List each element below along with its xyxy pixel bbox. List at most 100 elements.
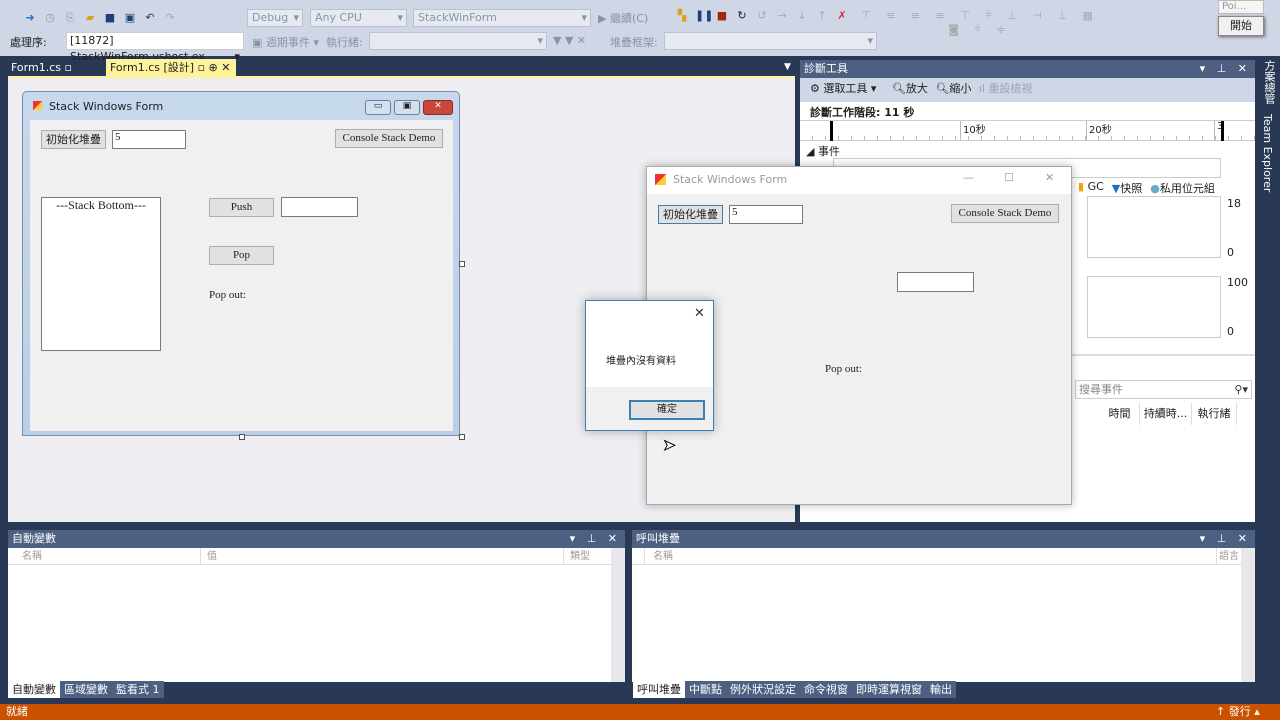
column-header-type[interactable]: 類型 [563,548,590,565]
init-value-input[interactable]: 5 [729,205,803,224]
tab-form1-designer[interactable]: Form1.cs [設計] ▫ ⊕ ✕ [106,59,236,77]
redo-icon[interactable]: ↷ [163,11,177,25]
step-into-icon[interactable]: → [775,9,789,23]
minimize-button[interactable]: ▭ [365,100,391,115]
scrollbar[interactable] [1241,548,1255,682]
maximize-button[interactable]: ☐ [1004,171,1014,184]
column-header-thread[interactable]: 執行緒 [1192,403,1237,425]
process-dropdown[interactable]: [11872] StackWinForm.vshost.ex ▾ [66,32,244,63]
panel-controls[interactable]: ▾ ⊥ ✕ [570,530,621,548]
new-project-icon[interactable]: ⎘ [63,11,77,25]
undo-icon[interactable]: ↶ [143,11,157,25]
resize-handle[interactable] [239,434,245,440]
tab-form1-cs[interactable]: Form1.cs ▫ [8,60,106,76]
filter-icons[interactable]: ▼ ▼ ✕ [553,34,586,47]
stop-icon[interactable]: ■ [715,9,729,23]
callstack-title: 呼叫堆疊 ▾ ⊥ ✕ [632,530,1255,548]
tab-immediate-window[interactable]: 即時運算視窗 [852,681,926,698]
init-value-input[interactable]: 5 [112,130,186,149]
find-icon[interactable]: ▚ [675,9,689,23]
save-icon[interactable]: ■ [103,11,117,25]
config-dropdown[interactable]: Debug [247,9,303,27]
timeline-start-marker[interactable] [830,121,833,141]
chart-icon: ıl [978,82,989,95]
ok-button[interactable]: 確定 [629,400,705,420]
zoom-out-button[interactable]: 🔍︎縮小 [935,82,971,95]
zoom-in-button[interactable]: 🔍︎放大 [892,82,928,95]
console-stack-demo-button[interactable]: Console Stack Demo [951,204,1059,223]
push-value-input[interactable] [897,272,974,292]
platform-dropdown[interactable]: Any CPU [310,9,407,27]
gear-icon: ⚙ [810,82,824,95]
status-bar: 就緒 ↑ 發行 ▴ [0,704,1280,720]
stack-listbox[interactable]: ---Stack Bottom--- [41,197,161,351]
memory-chart [1087,196,1221,258]
tab-call-stack[interactable]: 呼叫堆疊 [633,681,685,698]
column-header-value[interactable]: 值 [200,548,217,565]
maximize-button[interactable]: ▣ [394,100,420,115]
step-over-icon[interactable]: ↓ [795,9,809,23]
tab-autos[interactable]: 自動變數 [8,681,60,698]
tab-watch-1[interactable]: 監看式 1 [112,681,164,698]
restart-icon[interactable]: ↻ [735,9,749,23]
tab-command-window[interactable]: 命令視窗 [800,681,852,698]
column-header-time[interactable]: 時間 [1100,403,1140,425]
start-button[interactable]: 開始 [1218,16,1264,36]
continue-button[interactable]: ▶ 繼續(C) [598,10,648,26]
close-button[interactable]: ✕ [423,100,453,115]
select-tool-button[interactable]: ⚙ 選取工具 ▾ [810,82,876,95]
show-next-statement-icon[interactable]: ↺ [755,9,769,23]
timeline-end-marker[interactable] [1221,121,1224,141]
close-button[interactable]: ✕ [694,306,705,321]
push-value-input[interactable] [281,197,358,217]
startup-dropdown[interactable]: StackWinForm [413,9,591,27]
resize-handle[interactable] [459,261,465,267]
console-stack-demo-button[interactable]: Console Stack Demo [335,129,443,148]
reset-view-button[interactable]: ıl 重設檢視 [979,82,1033,95]
panel-controls[interactable]: ▾ ⊥ ✕ [1200,60,1251,78]
pop-button[interactable]: Pop [209,246,274,265]
open-file-icon[interactable]: ▰ [83,11,97,25]
search-icon[interactable]: ⚲▾ [1234,381,1248,398]
exception-icon[interactable]: ✗ [835,9,849,23]
minimize-button[interactable]: — [963,171,974,184]
team-explorer-tab[interactable]: Team Explorer [1261,114,1274,192]
autos-title: 自動變數 ▾ ⊥ ✕ [8,530,625,548]
forward-icon[interactable]: ◷ [43,11,57,25]
solution-explorer-tab[interactable]: 方案總管 [1261,60,1277,104]
panel-controls[interactable]: ▾ ⊥ ✕ [1200,530,1251,548]
scrollbar[interactable] [611,548,625,682]
memory-max-label: 18 [1227,197,1241,210]
session-duration: 診斷工作階段: 11 秒 [810,106,915,119]
timeline-ruler[interactable]: 10秒 20秒 3 [800,120,1255,141]
search-events-input[interactable]: 搜尋事件 ⚲▾ [1075,380,1252,399]
thread-dropdown[interactable] [369,32,547,50]
pin-icon[interactable]: ▫ ⊕ [198,61,218,74]
save-all-icon[interactable]: ▣ [123,11,137,25]
resize-handle[interactable] [459,434,465,440]
back-icon[interactable]: ➜ [23,11,37,25]
events-table-header: 時間 持續時... 執行緒 [1100,403,1250,425]
stackframe-dropdown[interactable] [664,32,877,50]
publish-button[interactable]: ↑ 發行 ▴ [1216,704,1260,720]
pause-icon[interactable]: ❚❚ [695,9,713,23]
pin-icon[interactable]: ▫ [64,61,71,74]
events-section[interactable]: ◢ 事件 [806,143,840,159]
tab-exception-settings[interactable]: 例外狀況設定 [726,681,800,698]
step-out-icon[interactable]: ↑ [815,9,829,23]
lifecycle-events-button[interactable]: ▣ 週期事件 ▾ [252,34,319,50]
column-header-name[interactable]: 名稱 [644,548,673,565]
init-stack-button[interactable]: 初始化堆疊 [658,205,723,224]
tab-output[interactable]: 輸出 [926,681,956,698]
column-header-language[interactable]: 語言 [1216,548,1239,565]
column-header-name[interactable]: 名稱 [22,548,42,565]
column-header-duration[interactable]: 持續時... [1140,403,1192,425]
push-button[interactable]: Push [209,198,274,217]
close-icon[interactable]: ✕ [221,61,230,74]
tab-overflow-icon[interactable]: ▼ [784,62,791,72]
close-button[interactable]: ✕ [1045,171,1054,184]
designer-form[interactable]: Stack Windows Form ▭ ▣ ✕ 初始化堆疊 5 Console… [22,91,460,436]
tab-locals[interactable]: 區域變數 [60,681,112,698]
tab-breakpoints[interactable]: 中斷點 [685,681,726,698]
init-stack-button[interactable]: 初始化堆疊 [41,130,106,149]
